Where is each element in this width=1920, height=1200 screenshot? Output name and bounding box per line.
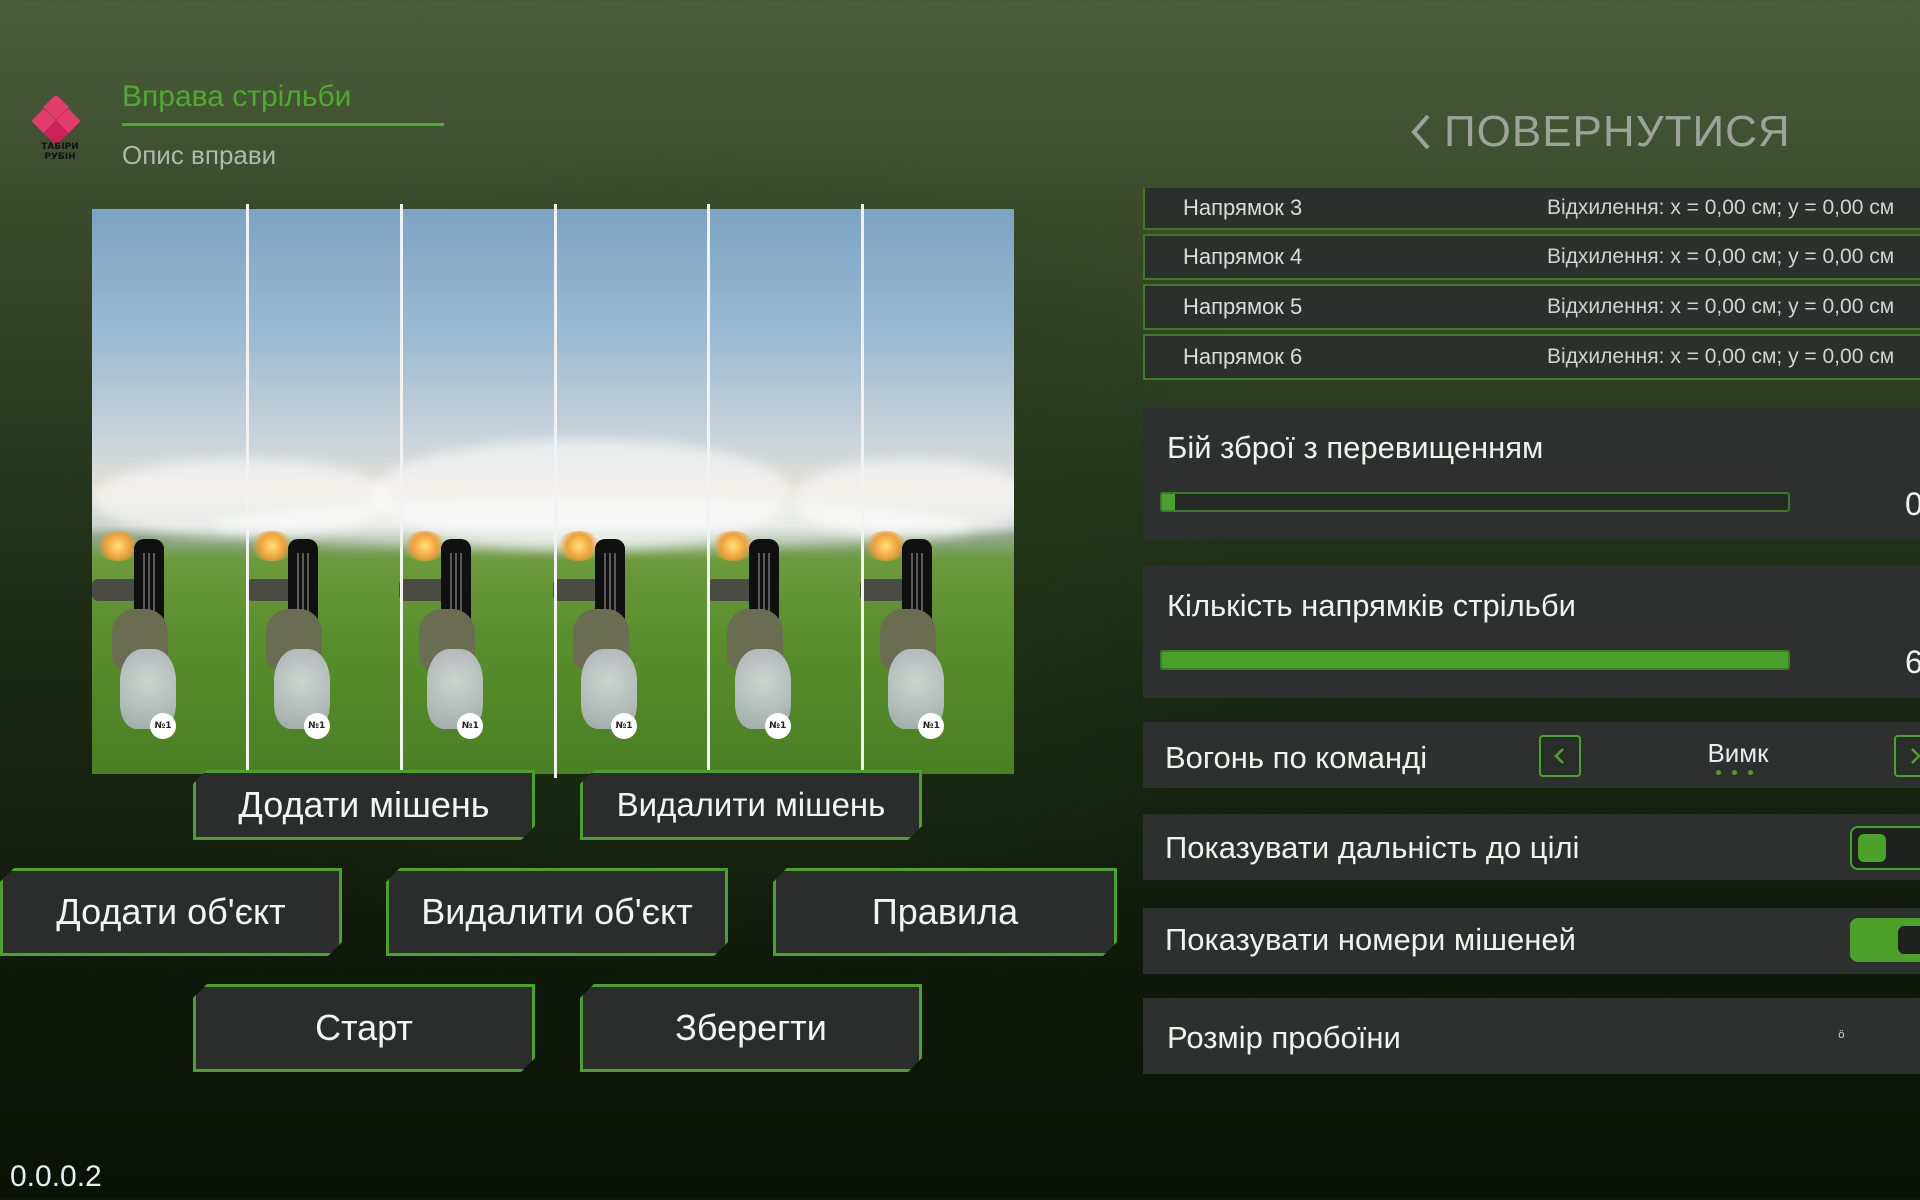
target-number-badge: №1 bbox=[611, 713, 637, 739]
target-number-badge: №1 bbox=[457, 713, 484, 739]
toggle-knob bbox=[1898, 926, 1920, 954]
lane-divider bbox=[707, 204, 710, 778]
start-button[interactable]: Старт bbox=[193, 984, 535, 1072]
chevron-right-icon bbox=[1911, 748, 1920, 764]
version-label: 0.0.0.2 bbox=[10, 1160, 102, 1193]
fire-on-command-next-button[interactable] bbox=[1894, 735, 1920, 777]
show-range-title: Показувати дальність до цілі bbox=[1165, 830, 1580, 865]
target-number-badge: №1 bbox=[150, 713, 176, 739]
rules-label: Правила bbox=[871, 891, 1019, 932]
show-range-card: Показувати дальність до цілі bbox=[1143, 814, 1920, 880]
tab-description[interactable]: Опис вправи bbox=[122, 140, 276, 171]
show-target-numbers-title: Показувати номери мішеней bbox=[1165, 922, 1576, 957]
direction-count-slider[interactable] bbox=[1160, 650, 1790, 670]
hole-size-card: Розмір пробоїни bbox=[1143, 998, 1920, 1074]
back-button[interactable]: ПОВЕРНУТИСЯ bbox=[1410, 104, 1791, 160]
lane-divider bbox=[554, 204, 557, 778]
weapon-elevation-title: Бій зброї з перевищенням bbox=[1167, 430, 1544, 465]
weapon-elevation-card: Бій зброї з перевищенням 0 bbox=[1143, 408, 1920, 540]
chevron-left-icon bbox=[1411, 114, 1430, 150]
hole-size-title: Розмір пробоїни bbox=[1167, 1020, 1401, 1055]
save-button[interactable]: Зберегти bbox=[580, 984, 922, 1072]
scene-preview[interactable]: №1 №1 №1 №1 №1 №1 bbox=[92, 209, 1014, 774]
remove-object-label: Видалити об'єкт bbox=[421, 891, 693, 932]
show-range-toggle[interactable] bbox=[1850, 826, 1920, 870]
lane-divider bbox=[246, 204, 249, 778]
direction-name: Напрямок 4 bbox=[1183, 244, 1303, 269]
save-label: Зберегти bbox=[675, 1007, 827, 1048]
direction-name: Напрямок 3 bbox=[1183, 195, 1303, 220]
slider-fill bbox=[1162, 494, 1175, 510]
show-target-numbers-card: Показувати номери мішеней bbox=[1143, 908, 1920, 974]
tab-exercise[interactable]: Вправа стрільби bbox=[122, 80, 351, 114]
direction-deviation: Відхилення: x = 0,00 см; y = 0,00 см bbox=[1547, 295, 1895, 318]
pagination-dots bbox=[1716, 770, 1753, 775]
target-number-badge: №1 bbox=[764, 713, 791, 739]
weapon-elevation-slider[interactable] bbox=[1160, 492, 1790, 512]
start-label: Старт bbox=[315, 1007, 413, 1048]
fire-on-command-title: Вогонь по команді bbox=[1165, 740, 1428, 775]
fire-on-command-value: Вимк bbox=[1707, 738, 1769, 768]
weapon-elevation-value: 0 bbox=[1905, 486, 1920, 522]
direction-deviation: Відхилення: x = 0,00 см; y = 0,00 см bbox=[1547, 196, 1895, 219]
add-target-label: Додати мішень bbox=[238, 784, 490, 825]
add-object-button[interactable]: Додати об'єкт bbox=[0, 868, 342, 956]
logo-text: ТАБІРИ РУБІН bbox=[41, 142, 79, 162]
add-object-label: Додати об'єкт bbox=[56, 891, 286, 932]
remove-target-button[interactable]: Видалити мішень bbox=[580, 770, 922, 840]
direction-name: Напрямок 5 bbox=[1183, 294, 1303, 319]
direction-deviation: Відхилення: x = 0,00 см; y = 0,00 см bbox=[1547, 245, 1895, 268]
direction-count-card: Кількість напрямків стрільби 6 bbox=[1143, 566, 1920, 698]
direction-row[interactable]: Напрямок 4 Відхилення: x = 0,00 см; y = … bbox=[1143, 234, 1920, 280]
direction-row[interactable]: Напрямок 3 Відхилення: x = 0,00 см; y = … bbox=[1143, 188, 1920, 230]
slider-fill bbox=[1162, 652, 1788, 668]
remove-object-button[interactable]: Видалити об'єкт bbox=[386, 868, 728, 956]
chevron-left-icon bbox=[1554, 748, 1564, 764]
direction-deviation: Відхилення: x = 0,00 см; y = 0,00 см bbox=[1547, 345, 1895, 368]
fire-on-command-prev-button[interactable] bbox=[1539, 735, 1581, 777]
show-target-numbers-toggle[interactable] bbox=[1850, 918, 1920, 962]
direction-row[interactable]: Напрямок 5 Відхилення: x = 0,00 см; y = … bbox=[1143, 284, 1920, 330]
tab-active-underline bbox=[122, 123, 444, 126]
add-target-button[interactable]: Додати мішень bbox=[193, 770, 535, 840]
rules-button[interactable]: Правила bbox=[773, 868, 1117, 956]
back-label: ПОВЕРНУТИСЯ bbox=[1444, 107, 1791, 156]
direction-row[interactable]: Напрямок 6 Відхилення: x = 0,00 см; y = … bbox=[1143, 334, 1920, 380]
target-number-badge: №1 bbox=[918, 713, 945, 739]
target-number-badge: №1 bbox=[303, 713, 330, 739]
remove-target-label: Видалити мішень bbox=[616, 786, 886, 823]
lane-divider bbox=[400, 204, 403, 778]
direction-count-title: Кількість напрямків стрільби bbox=[1167, 588, 1576, 623]
lane-divider bbox=[861, 204, 864, 778]
hole-size-mark: ö bbox=[1838, 1028, 1845, 1041]
direction-name: Напрямок 6 bbox=[1183, 344, 1303, 369]
toggle-knob bbox=[1858, 834, 1886, 862]
direction-count-value: 6 bbox=[1905, 644, 1920, 680]
